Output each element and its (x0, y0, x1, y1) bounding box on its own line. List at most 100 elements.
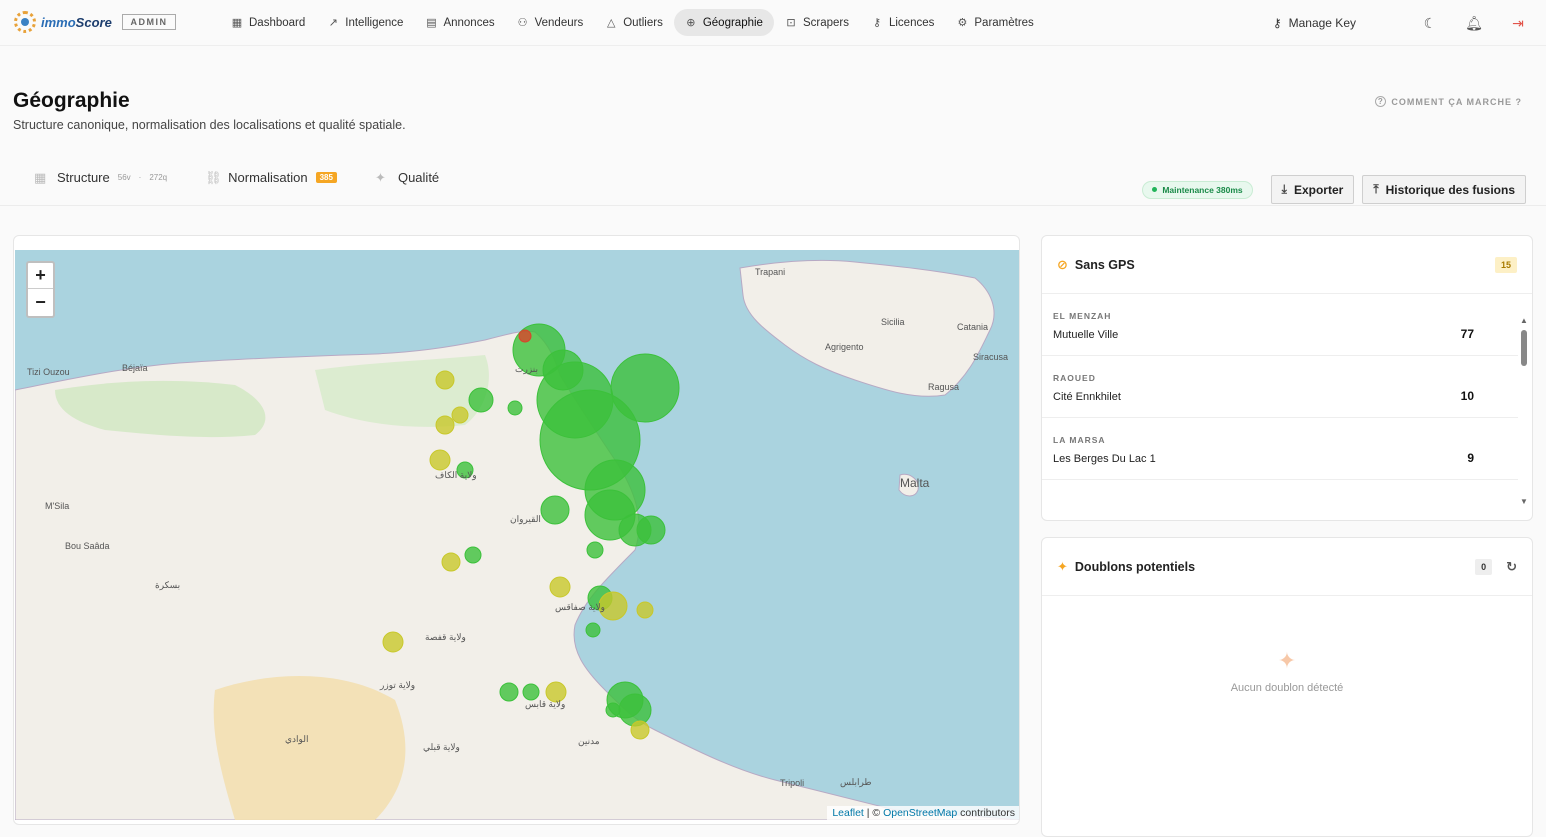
osm-link[interactable]: OpenStreetMap (883, 807, 957, 819)
map-label: مدنين (578, 736, 600, 747)
map-label: بسكرة (155, 580, 180, 591)
map-marker[interactable] (549, 576, 571, 598)
merge-history-button[interactable]: ⤒ Historique des fusions (1362, 175, 1526, 204)
admin-badge: ADMIN (122, 14, 176, 30)
notifications-bell-icon[interactable]: 🔔︎ (1460, 9, 1488, 37)
zoom-in-button[interactable]: + (28, 263, 53, 289)
nav-label: Outliers (623, 16, 663, 29)
zoom-out-button[interactable]: − (28, 289, 53, 315)
maintenance-status-badge: Maintenance 380ms (1142, 180, 1253, 199)
dark-mode-toggle-icon[interactable]: ☾ (1416, 9, 1444, 37)
map-label: ولاية صفاقس (555, 602, 605, 613)
key-icon: ⚷ (1272, 16, 1282, 30)
map-marker[interactable] (630, 720, 650, 740)
manage-key-button[interactable]: ⚷ Manage Key (1273, 16, 1356, 30)
map-marker[interactable] (464, 546, 482, 564)
map-label: الوادي (285, 734, 308, 745)
map-marker[interactable] (499, 682, 519, 702)
top-navigation-bar: immoScore ADMIN ▦ Dashboard ↗ Intelligence… (0, 0, 1546, 46)
map-marker[interactable] (441, 552, 461, 572)
map-marker[interactable] (435, 370, 455, 390)
nav-label: Scrapers (802, 16, 849, 29)
merge-icon: ⤒ (1373, 182, 1379, 196)
map-marker[interactable] (382, 631, 404, 653)
list-item[interactable]: RAOUED Cité Ennkhilet 10 (1042, 356, 1518, 418)
map-marker[interactable] (585, 622, 601, 638)
grid-icon: ▦ (231, 17, 243, 29)
nav-vendeurs[interactable]: ⚇ Vendeurs (506, 9, 595, 36)
tab-structure[interactable]: ▦ Structure 56v · 272q (34, 169, 168, 186)
map-marker[interactable] (468, 387, 494, 413)
map-label: M'Sila (45, 501, 69, 511)
brand-name-second: Score (75, 14, 112, 30)
list-item[interactable]: EL MENZAH Mutuelle Ville 77 (1042, 294, 1518, 356)
desert-area (213, 676, 406, 820)
row-area: EL MENZAH (1053, 311, 1112, 321)
nav-annonces[interactable]: ▤ Annonces (414, 9, 505, 36)
leaflet-map[interactable]: Trapani Sicilia Catania Agrigento Siracusa Ra… (15, 250, 1020, 820)
nav-label: Licences (888, 16, 935, 29)
row-count: 77 (1460, 327, 1474, 341)
map-label: Tizi Ouzou (27, 367, 70, 377)
nav-outliers[interactable]: △ Outliers (594, 9, 674, 36)
brand-logo[interactable]: immoScore (14, 11, 112, 33)
map-label: طرابلس (840, 777, 872, 788)
nav-dashboard[interactable]: ▦ Dashboard (220, 9, 316, 36)
scroll-thumb[interactable] (1521, 330, 1527, 366)
map-label: ولاية قبلي (423, 742, 460, 753)
map-label: Trapani (755, 267, 785, 277)
nav-label: Intelligence (345, 16, 404, 29)
nav-geographie[interactable]: ⊕ Géographie (673, 9, 774, 36)
nav-scrapers[interactable]: ⊡ Scrapers (774, 9, 860, 36)
map-marker[interactable] (540, 495, 570, 525)
nav-intelligence[interactable]: ↗ Intelligence (316, 9, 414, 36)
scroll-up-arrow-icon[interactable]: ▲ (1520, 316, 1528, 325)
map-marker[interactable] (618, 693, 652, 727)
section-tabs: ▦ Structure 56v · 272q ⛓ Normalisation 3… (34, 169, 440, 186)
map-label: Siracusa (973, 352, 1008, 362)
list-item[interactable]: LA MARSA Les Berges Du Lac 1 9 (1042, 418, 1518, 480)
refresh-icon[interactable]: ↻ (1506, 559, 1517, 575)
tab-qualite[interactable]: ✦ Qualité (374, 169, 440, 186)
row-location: Mutuelle Ville (1053, 329, 1119, 341)
map-attribution: Leaflet | © OpenStreetMap contributors (827, 806, 1019, 820)
nav-licences[interactable]: ⚷ Licences (860, 9, 945, 36)
map-marker[interactable] (636, 601, 654, 619)
list-scrollbar[interactable]: ▲ ▼ (1520, 316, 1528, 506)
nav-parametres[interactable]: ⚙ Paramètres (945, 9, 1044, 36)
doublons-header: ✦ Doublons potentiels 0 ↻ (1042, 538, 1532, 596)
key-icon: ⚷ (872, 17, 882, 29)
sparkle-icon: ✦ (374, 169, 386, 185)
tab-label: Qualité (397, 170, 440, 185)
nav-label: Dashboard (249, 16, 306, 29)
tab-meta-separator: · (138, 173, 142, 182)
map-marker[interactable] (522, 683, 540, 701)
map-marker[interactable] (605, 702, 621, 718)
row-count: 10 (1460, 389, 1474, 403)
map-marker[interactable] (518, 329, 532, 343)
page-subtitle: Structure canonique, normalisation des l… (13, 118, 406, 132)
map-label: Ragusa (928, 382, 959, 392)
export-button[interactable]: ⤓ Exporter (1270, 175, 1355, 204)
map-label: Sicilia (881, 317, 905, 327)
trend-icon: ↗ (328, 17, 338, 29)
map-marker[interactable] (507, 400, 523, 416)
help-link[interactable]: ? COMMENT ÇA MARCHE ? (1375, 96, 1522, 107)
tab-normalisation[interactable]: ⛓ Normalisation 385 (205, 170, 337, 185)
logout-icon[interactable]: ⇥ (1504, 9, 1532, 37)
tab-meta-quartiers: 272q (149, 173, 168, 182)
sparkle-icon: ✦ (1277, 648, 1297, 673)
leaflet-link[interactable]: Leaflet (832, 807, 864, 819)
map-canvas[interactable]: Trapani Sicilia Catania Agrigento Siracusa Ra… (15, 250, 1020, 820)
map-label: Malta (900, 476, 930, 490)
structure-icon: ▦ (34, 169, 47, 185)
map-marker[interactable] (451, 406, 469, 424)
map-marker[interactable] (636, 515, 666, 545)
map-marker[interactable] (429, 449, 451, 471)
nav-label: Annonces (443, 16, 495, 29)
row-location: Cité Ennkhilet (1053, 391, 1121, 403)
warning-icon: △ (606, 17, 616, 29)
map-marker[interactable] (435, 415, 455, 435)
map-marker[interactable] (586, 541, 604, 559)
scroll-down-arrow-icon[interactable]: ▼ (1520, 497, 1528, 506)
